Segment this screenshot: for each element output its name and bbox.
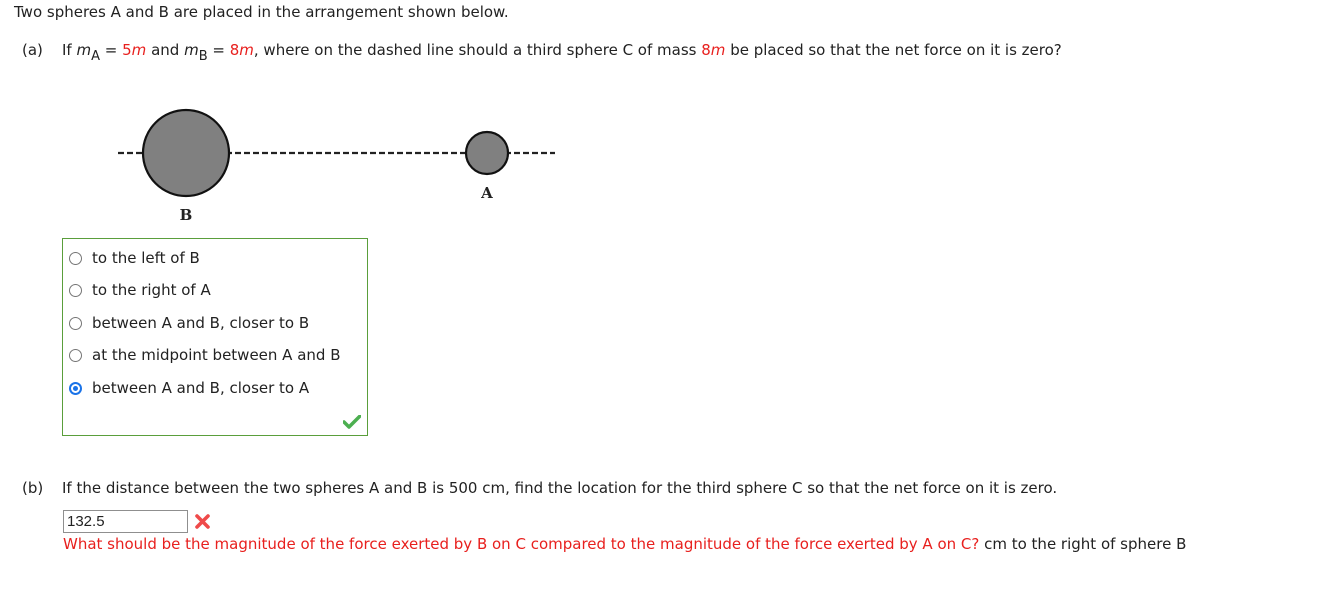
incorrect-x-icon bbox=[195, 514, 210, 529]
spheres-diagram: B A bbox=[118, 108, 555, 224]
q-text: , where on the dashed line should a thir… bbox=[253, 41, 702, 59]
q-text: If bbox=[62, 41, 77, 59]
choice-label: at the midpoint between A and B bbox=[92, 346, 341, 364]
radio-button[interactable] bbox=[69, 251, 82, 265]
radio-button[interactable] bbox=[69, 316, 82, 330]
checkmark-icon bbox=[343, 415, 361, 429]
part-a-label: (a) bbox=[22, 41, 43, 59]
choice-closer-to-a[interactable]: between A and B, closer to A bbox=[69, 377, 309, 399]
intro-text: Two spheres A and B are placed in the ar… bbox=[14, 3, 509, 21]
sphere-a-label: A bbox=[480, 184, 493, 202]
choice-label: between A and B, closer to B bbox=[92, 314, 310, 332]
mass-a-value: 5m bbox=[122, 41, 147, 59]
sphere-b bbox=[141, 108, 231, 198]
radio-button-selected[interactable] bbox=[69, 381, 82, 395]
part-a-question: (a) If mA = 5m and mB = 8m, where on the … bbox=[22, 41, 1062, 63]
mass-b-value: 8m bbox=[229, 41, 254, 59]
subscript-a: A bbox=[91, 49, 101, 64]
choice-label: to the right of A bbox=[92, 281, 211, 299]
choice-label: between A and B, closer to A bbox=[92, 379, 310, 397]
radio-button[interactable] bbox=[69, 283, 82, 297]
feedback-line: What should be the magnitude of the forc… bbox=[63, 535, 1186, 553]
mass-symbol: m bbox=[76, 41, 92, 59]
choice-left-of-b[interactable]: to the left of B bbox=[69, 247, 200, 269]
feedback-hint: What should be the magnitude of the forc… bbox=[63, 535, 980, 553]
choice-midpoint[interactable]: at the midpoint between A and B bbox=[69, 344, 341, 366]
part-b-label: (b) bbox=[22, 479, 44, 497]
q-text: = bbox=[100, 41, 123, 59]
mass-c-value: 8m bbox=[701, 41, 726, 59]
radio-button[interactable] bbox=[69, 348, 82, 362]
mass-symbol: m bbox=[184, 41, 199, 59]
q-text: and bbox=[146, 41, 185, 59]
choice-closer-to-b[interactable]: between A and B, closer to B bbox=[69, 312, 309, 334]
q-text: be placed so that the net force on it is… bbox=[725, 41, 1062, 59]
part-b-text: If the distance between the two spheres … bbox=[62, 479, 1058, 497]
choice-right-of-a[interactable]: to the right of A bbox=[69, 279, 211, 301]
part-b-question: (b) If the distance between the two spher… bbox=[22, 479, 1057, 497]
choice-label: to the left of B bbox=[92, 249, 200, 267]
answer-choices: to the left of B to the right of A betwe… bbox=[62, 238, 368, 436]
subscript-b: B bbox=[198, 49, 208, 64]
unit-suffix: cm to the right of sphere B bbox=[979, 535, 1187, 553]
sphere-b-label: B bbox=[180, 206, 193, 224]
answer-input[interactable] bbox=[63, 510, 188, 533]
q-text: = bbox=[207, 41, 230, 59]
sphere-a bbox=[464, 130, 510, 176]
